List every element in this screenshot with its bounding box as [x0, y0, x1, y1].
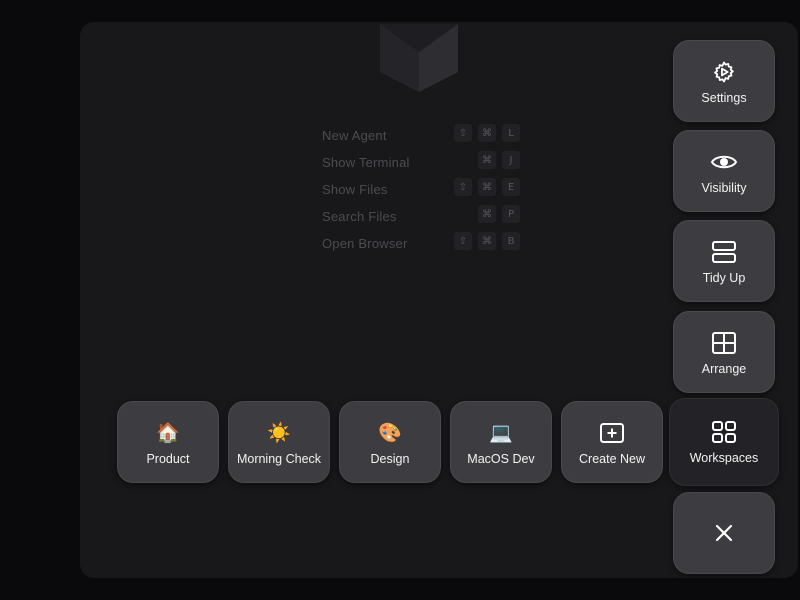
sun-emoji-icon: ☀️ — [267, 421, 291, 444]
eye-icon — [710, 150, 738, 174]
shortcut-label: Show Terminal — [322, 155, 410, 170]
command-key: ⌘ — [478, 124, 496, 142]
command-key: ⌘ — [478, 205, 496, 223]
shortcut-list: New Agent ⇧ ⌘ L Show Terminal ⌘ J Show F… — [322, 122, 522, 257]
letter-key: B — [502, 232, 520, 250]
letter-key: J — [502, 151, 520, 169]
workspace-macos-dev[interactable]: 💻 MacOS Dev — [450, 401, 552, 483]
shortcut-label: Open Browser — [322, 236, 408, 251]
command-key: ⌘ — [478, 151, 496, 169]
workspace-label: Product — [146, 452, 190, 466]
command-key: ⌘ — [478, 178, 496, 196]
workspace-label: Design — [370, 452, 410, 466]
workspace-label: Morning Check — [236, 452, 322, 466]
workspaces-label: Workspaces — [689, 451, 759, 465]
shortcut-open-browser: Open Browser ⇧ ⌘ B — [322, 230, 522, 257]
create-new-button[interactable]: Create New — [561, 401, 663, 483]
shift-key: ⇧ — [454, 178, 472, 196]
stacked-rows-icon — [710, 240, 738, 264]
shortcut-new-agent: New Agent ⇧ ⌘ L — [322, 122, 522, 149]
workspace-morning-check[interactable]: ☀️ Morning Check — [228, 401, 330, 483]
tidy-up-label: Tidy Up — [702, 271, 746, 285]
arrange-label: Arrange — [701, 362, 747, 376]
visibility-button[interactable]: Visibility — [673, 130, 775, 212]
four-squares-icon — [710, 420, 738, 444]
settings-label: Settings — [701, 91, 747, 105]
palette-emoji-icon: 🎨 — [378, 421, 402, 444]
letter-key: L — [502, 124, 520, 142]
workspace-design[interactable]: 🎨 Design — [339, 401, 441, 483]
close-button[interactable] — [673, 492, 775, 574]
visibility-label: Visibility — [701, 181, 747, 195]
shift-key: ⇧ — [454, 232, 472, 250]
shift-key: ⇧ — [454, 124, 472, 142]
workspace-label: MacOS Dev — [467, 452, 535, 466]
grid-icon — [710, 331, 738, 355]
plus-square-icon — [598, 421, 626, 445]
close-icon — [710, 521, 738, 545]
shortcut-label: New Agent — [322, 128, 387, 143]
gear-icon — [710, 60, 738, 84]
create-new-label: Create New — [579, 452, 645, 466]
arrange-button[interactable]: Arrange — [673, 311, 775, 393]
workspaces-button[interactable]: Workspaces — [669, 398, 779, 486]
shortcut-show-files: Show Files ⇧ ⌘ E — [322, 176, 522, 203]
laptop-emoji-icon: 💻 — [489, 421, 513, 444]
tidy-up-button[interactable]: Tidy Up — [673, 220, 775, 302]
shortcut-show-terminal: Show Terminal ⌘ J — [322, 149, 522, 176]
letter-key: E — [502, 178, 520, 196]
letter-key: P — [502, 205, 520, 223]
shortcut-label: Show Files — [322, 182, 388, 197]
shortcut-search-files: Search Files ⌘ P — [322, 203, 522, 230]
workspace-product[interactable]: 🏠 Product — [117, 401, 219, 483]
settings-button[interactable]: Settings — [673, 40, 775, 122]
app-logo-icon — [380, 24, 458, 92]
shortcut-label: Search Files — [322, 209, 397, 224]
command-key: ⌘ — [478, 232, 496, 250]
house-emoji-icon: 🏠 — [156, 421, 180, 444]
